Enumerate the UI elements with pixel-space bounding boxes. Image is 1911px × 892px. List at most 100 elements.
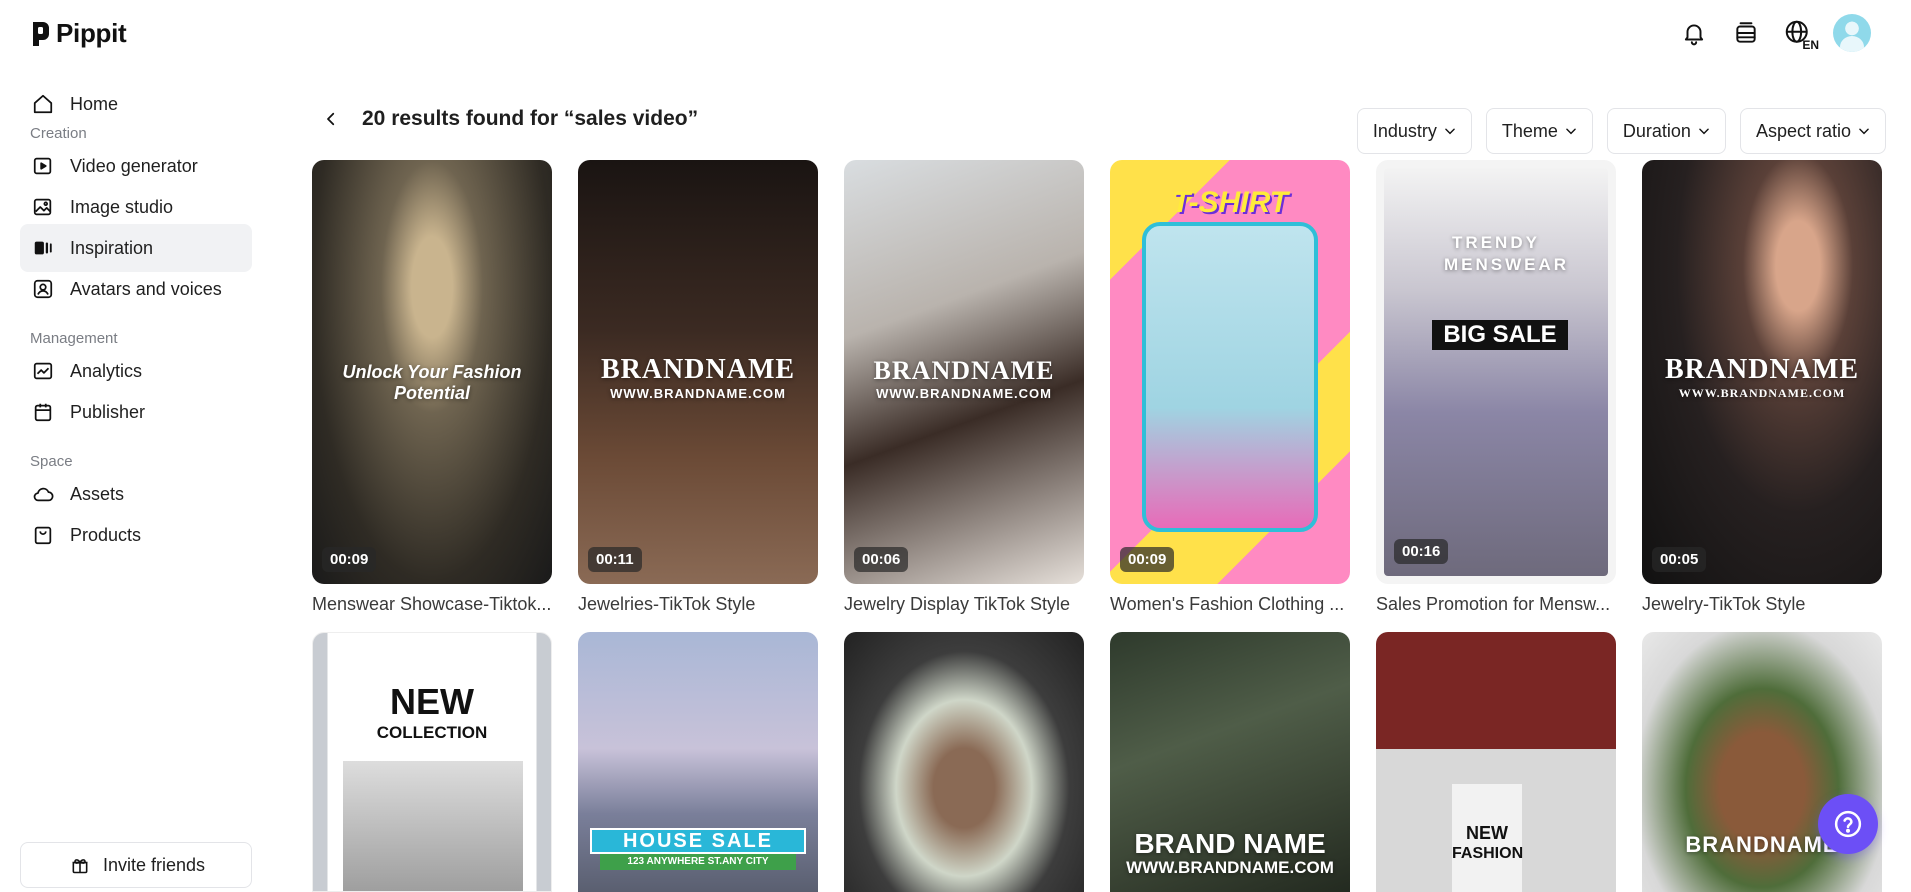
thumbnail-photo: [343, 761, 523, 891]
thumbnail-overlay-text: BRANDNAME: [600, 354, 796, 385]
thumbnail-overlay-text: NEW: [1466, 823, 1508, 843]
back-button[interactable]: [318, 106, 344, 132]
thumbnail-overlay-subtext: 123 ANYWHERE ST.ANY CITY: [600, 854, 796, 870]
sidebar-item-label: Analytics: [70, 360, 143, 381]
thumbnail-overlay-text: T-SHIRT: [1171, 186, 1289, 219]
filter-duration[interactable]: Duration: [1606, 108, 1726, 154]
chevron-down-icon: [1859, 128, 1869, 135]
filter-industry[interactable]: Industry: [1356, 108, 1472, 154]
thumbnail-overlay-subtext: WWW.BRANDNAME.COM: [876, 386, 1052, 401]
section-label-creation: Creation: [30, 125, 87, 142]
section-label-space: Space: [30, 453, 73, 470]
sidebar-item-label: Image studio: [70, 196, 174, 217]
thumbnail-overlay-text: NEW: [390, 681, 474, 722]
thumbnail-overlay-text: BRAND NAME: [1134, 828, 1326, 859]
template-thumbnail: NEW FASHION: [1376, 632, 1616, 892]
chevron-down-icon: [1699, 128, 1709, 135]
template-title: Jewelry Display TikTok Style: [844, 594, 1071, 614]
filter-bar: Industry Theme Duration Aspect ratio: [1356, 108, 1886, 154]
results-title: 20 results found for “sales video”: [362, 107, 699, 130]
duration-badge: 00:09: [1120, 547, 1175, 572]
globe-language-icon[interactable]: EN: [1781, 16, 1819, 52]
bell-icon[interactable]: [1677, 16, 1711, 50]
thumbnail-overlay-text: BRANDNAME: [1664, 354, 1860, 385]
template-title: Jewelry-TikTok Style: [1642, 594, 1806, 614]
sidebar-item-label: Home: [70, 93, 119, 114]
calendar-icon: [30, 399, 56, 425]
sidebar-item-home[interactable]: Home: [20, 80, 252, 128]
sidebar: Home Creation Video generator Image stud…: [0, 80, 270, 892]
duration-badge: 00:06: [854, 547, 909, 572]
duration-badge: 00:11: [588, 547, 642, 572]
layers-icon[interactable]: [1729, 16, 1763, 50]
filter-label: Industry: [1372, 120, 1437, 141]
sidebar-item-products[interactable]: Products: [20, 511, 252, 559]
template-thumbnail: TRENDY MENSWEAR BIG SALE 00:16: [1376, 160, 1616, 584]
filter-label: Theme: [1501, 120, 1558, 141]
sidebar-item-label: Inspiration: [70, 237, 154, 258]
thumbnail-overlay-subtext: WWW.BRANDNAME.COM: [610, 386, 786, 401]
help-button[interactable]: [1818, 794, 1878, 854]
template-title: Women's Fashion Clothing ...: [1110, 594, 1345, 614]
sidebar-item-label: Assets: [70, 483, 125, 504]
house-sale-banner: HOUSE SALE: [590, 828, 806, 854]
invite-friends-label: Invite friends: [102, 854, 206, 875]
cloud-icon: [30, 481, 56, 507]
template-thumbnail: T-SHIRT 00:09: [1110, 160, 1350, 584]
thumbnail-overlay-text: HOUSE SALE: [622, 830, 774, 852]
invite-friends-button[interactable]: Invite friends: [20, 842, 252, 888]
sidebar-item-label: Video generator: [70, 155, 198, 176]
pippit-logo-icon: [33, 21, 49, 46]
language-code: EN: [1802, 38, 1819, 52]
app-name: Pippit: [56, 18, 127, 48]
help-question-icon: [1834, 810, 1862, 838]
phone-frame: [1142, 222, 1318, 532]
chevron-down-icon: [1566, 128, 1576, 135]
avatar-voice-icon: [30, 276, 56, 302]
template-title: Jewelries-TikTok Style: [578, 594, 756, 614]
sidebar-item-avatars-and-voices[interactable]: Avatars and voices: [20, 265, 252, 313]
thumbnail-overlay-text: Unlock Your Fashion Potential: [342, 362, 522, 403]
template-thumbnail: BRANDNAME WWW.BRANDNAME.COM 00:05: [1642, 160, 1882, 584]
gift-icon: [67, 852, 93, 878]
sidebar-item-label: Publisher: [70, 401, 146, 422]
sidebar-item-publisher[interactable]: Publisher: [20, 388, 252, 436]
template-thumbnail: NEW COLLECTION: [312, 632, 552, 892]
template-thumbnail: Unlock Your Fashion Potential 00:09: [312, 160, 552, 584]
duration-badge: 00:05: [1652, 547, 1707, 572]
filter-aspect-ratio[interactable]: Aspect ratio: [1739, 108, 1886, 154]
home-icon: [30, 91, 56, 117]
template-thumbnail: [844, 632, 1084, 892]
template-thumbnail: BRANDNAME WWW.BRANDNAME.COM 00:06: [844, 160, 1084, 584]
thumbnail-overlay-subtext: WWW.BRANDNAME.COM: [1126, 858, 1334, 877]
analytics-icon: [30, 358, 56, 384]
filter-label: Aspect ratio: [1755, 120, 1851, 141]
section-label-management: Management: [30, 330, 118, 347]
filter-theme[interactable]: Theme: [1485, 108, 1593, 154]
template-thumbnail: BRANDNAME WWW.BRANDNAME.COM 00:11: [578, 160, 818, 584]
chevron-down-icon: [1445, 128, 1455, 135]
chevron-left-icon: [327, 112, 335, 126]
image-studio-icon: [30, 194, 56, 220]
template-title: Sales Promotion for Mensw...: [1376, 594, 1611, 614]
sidebar-item-label: Products: [70, 524, 142, 545]
new-fashion-panel: NEW FASHION: [1452, 784, 1524, 892]
big-sale-banner: BIG SALE: [1432, 320, 1568, 350]
duration-badge: 00:16: [1394, 539, 1449, 564]
template-thumbnail: BRAND NAME WWW.BRANDNAME.COM: [1110, 632, 1350, 892]
duration-badge: 00:09: [322, 547, 377, 572]
app-logo[interactable]: Pippit: [30, 18, 127, 49]
thumbnail-overlay-subtext: WWW.BRANDNAME.COM: [1678, 386, 1846, 400]
header-actions: EN: [1677, 14, 1871, 52]
template-thumbnail: HOUSE SALE 123 ANYWHERE ST.ANY CITY: [578, 632, 818, 892]
sidebar-item-label: Avatars and voices: [70, 278, 222, 299]
template-title: Menswear Showcase-Tiktok...: [312, 594, 552, 614]
inspiration-icon: [30, 235, 56, 261]
thumbnail-overlay-subtext: COLLECTION: [376, 723, 488, 742]
thumbnail-overlay-text: BRANDNAME: [873, 356, 1055, 385]
avatar[interactable]: [1833, 14, 1871, 52]
thumbnail-overlay-text: TRENDY MENSWEAR: [1444, 233, 1570, 274]
thumbnail-overlay-subtext: FASHION: [1452, 845, 1524, 862]
filter-label: Duration: [1622, 120, 1691, 141]
video-generator-icon: [30, 153, 56, 179]
